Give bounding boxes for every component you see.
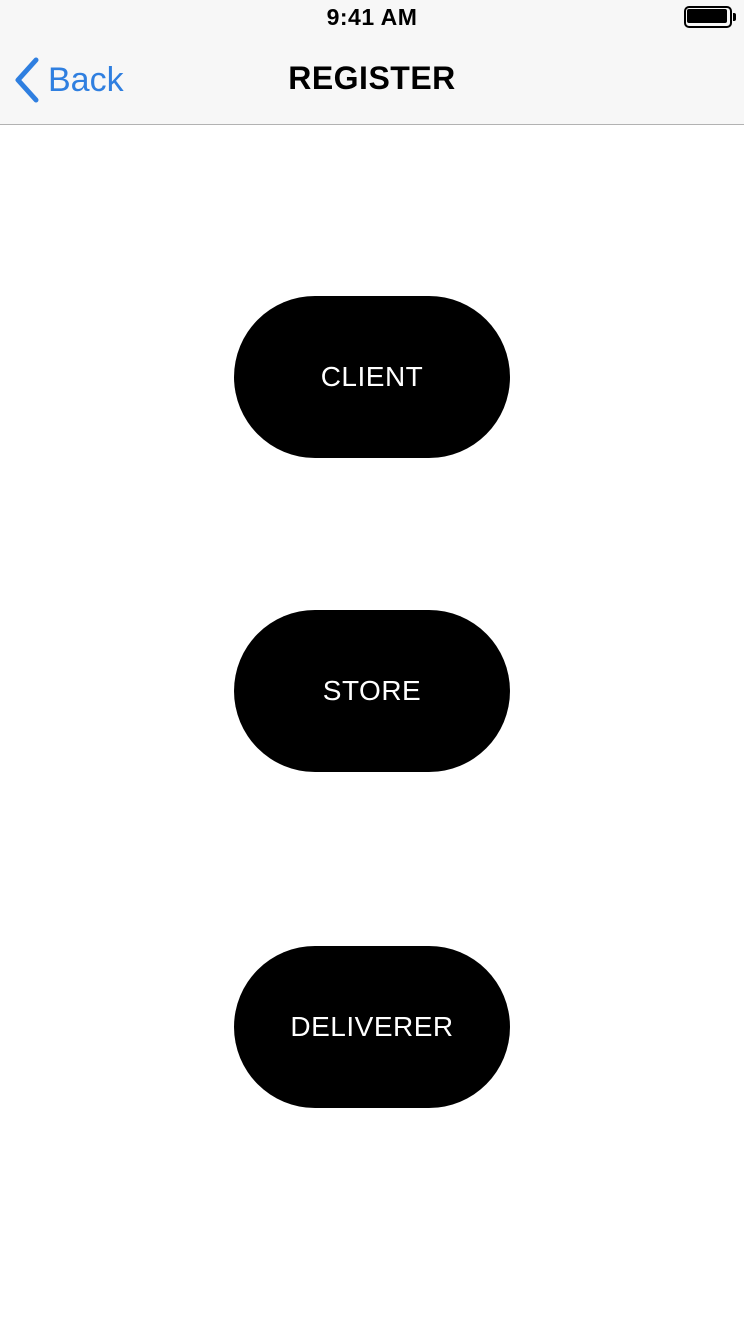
client-button-label: CLIENT xyxy=(320,361,424,392)
battery-fill xyxy=(687,9,727,23)
status-bar: 9:41 AM xyxy=(0,0,744,36)
register-screen: 9:41 AM Back REGISTER CLIENT STORE DELIV… xyxy=(0,0,744,1322)
page-title: REGISTER xyxy=(288,60,456,96)
deliverer-button[interactable]: DELIVERER xyxy=(234,946,510,1108)
navigation-bar: Back REGISTER xyxy=(0,36,744,125)
battery-tip xyxy=(733,13,736,21)
store-button-label: STORE xyxy=(322,675,422,706)
client-button[interactable]: CLIENT xyxy=(234,296,510,458)
deliverer-button-label: DELIVERER xyxy=(290,1011,454,1042)
store-button[interactable]: STORE xyxy=(234,610,510,772)
status-time: 9:41 AM xyxy=(326,4,418,30)
battery-icon xyxy=(684,6,736,28)
